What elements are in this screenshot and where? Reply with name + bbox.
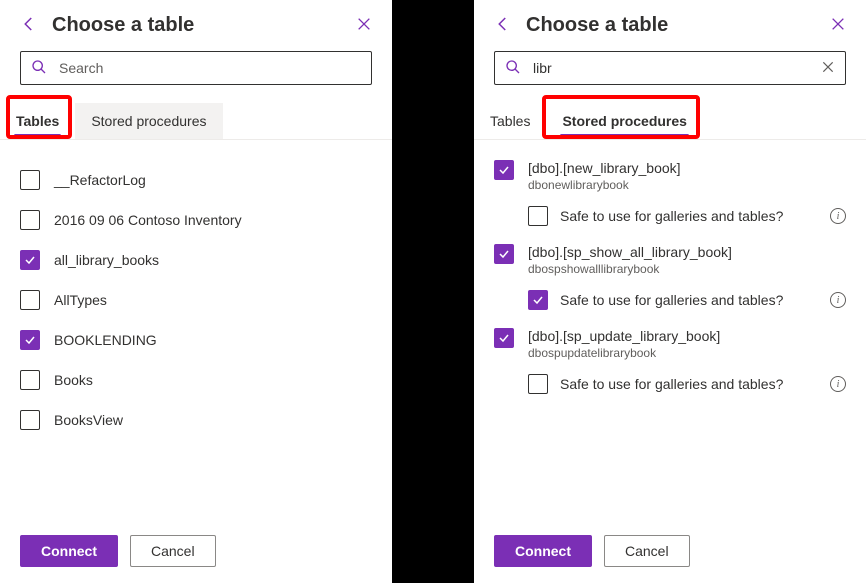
panel-header: Choose a table: [474, 0, 866, 47]
table-row-label: BOOKLENDING: [54, 332, 157, 348]
panel-right-procs: Choose a table Tables Stored procedures …: [474, 0, 866, 583]
tables-list[interactable]: __RefactorLog 2016 09 06 Contoso Inventor…: [0, 140, 392, 520]
search-input[interactable]: [57, 59, 361, 77]
table-row-label: __RefactorLog: [54, 172, 146, 188]
checkbox[interactable]: [494, 244, 514, 264]
checkbox[interactable]: [20, 370, 40, 390]
table-row[interactable]: __RefactorLog: [20, 160, 372, 200]
table-row[interactable]: BOOKLENDING: [20, 320, 372, 360]
tab-stored-procedures[interactable]: Stored procedures: [546, 103, 702, 139]
safe-label: Safe to use for galleries and tables?: [560, 292, 818, 308]
table-row[interactable]: all_library_books: [20, 240, 372, 280]
close-icon[interactable]: [830, 16, 846, 35]
clear-search-icon[interactable]: [821, 60, 835, 77]
stored-proc-subtitle: dbonewlibrarybook: [528, 178, 681, 192]
tab-stored-procedures[interactable]: Stored procedures: [75, 103, 222, 139]
tabs: Tables Stored procedures: [474, 99, 866, 140]
info-icon[interactable]: i: [830, 292, 846, 308]
table-row[interactable]: 2016 09 06 Contoso Inventory: [20, 200, 372, 240]
search-icon: [505, 59, 521, 78]
table-row-label: all_library_books: [54, 252, 159, 268]
search-row: [474, 47, 866, 99]
table-row[interactable]: AllTypes: [20, 280, 372, 320]
checkbox[interactable]: [20, 290, 40, 310]
panel-title: Choose a table: [526, 14, 816, 37]
tabs: Tables Stored procedures: [0, 99, 392, 140]
table-row[interactable]: BooksView: [20, 400, 372, 440]
safe-row: Safe to use for galleries and tables? i: [528, 206, 846, 226]
safe-row: Safe to use for galleries and tables? i: [528, 290, 846, 310]
panel-footer: Connect Cancel: [0, 520, 392, 583]
stored-proc-name: [dbo].[sp_show_all_library_book]: [528, 244, 732, 260]
procs-list[interactable]: [dbo].[new_library_book] dbonewlibraryboo…: [474, 140, 866, 520]
tab-tables[interactable]: Tables: [0, 103, 75, 139]
stored-proc-subtitle: dbospupdatelibrarybook: [528, 346, 720, 360]
checkbox[interactable]: [20, 210, 40, 230]
search-input[interactable]: [531, 59, 811, 77]
stored-proc-item: [dbo].[sp_show_all_library_book] dbospsho…: [494, 244, 846, 310]
checkbox[interactable]: [20, 250, 40, 270]
table-row-label: 2016 09 06 Contoso Inventory: [54, 212, 242, 228]
search-icon: [31, 59, 47, 78]
panel-header: Choose a table: [0, 0, 392, 47]
panel-left-tables: Choose a table Tables Stored procedures …: [0, 0, 392, 583]
stored-proc-head[interactable]: [dbo].[new_library_book] dbonewlibraryboo…: [494, 160, 846, 192]
back-icon[interactable]: [494, 15, 512, 36]
checkbox[interactable]: [20, 170, 40, 190]
search-box[interactable]: [20, 51, 372, 85]
panel-title: Choose a table: [52, 14, 342, 37]
stored-proc-name: [dbo].[sp_update_library_book]: [528, 328, 720, 344]
stored-proc-name: [dbo].[new_library_book]: [528, 160, 681, 176]
safe-row: Safe to use for galleries and tables? i: [528, 374, 846, 394]
cancel-button[interactable]: Cancel: [604, 535, 690, 567]
info-icon[interactable]: i: [830, 208, 846, 224]
back-icon[interactable]: [20, 15, 38, 36]
stored-proc-head[interactable]: [dbo].[sp_show_all_library_book] dbospsho…: [494, 244, 846, 276]
search-box[interactable]: [494, 51, 846, 85]
table-row[interactable]: Books: [20, 360, 372, 400]
checkbox[interactable]: [528, 206, 548, 226]
stored-proc-head[interactable]: [dbo].[sp_update_library_book] dbospupdat…: [494, 328, 846, 360]
close-icon[interactable]: [356, 16, 372, 35]
table-row-label: Books: [54, 372, 93, 388]
stored-proc-item: [dbo].[new_library_book] dbonewlibraryboo…: [494, 160, 846, 226]
info-icon[interactable]: i: [830, 376, 846, 392]
connect-button[interactable]: Connect: [494, 535, 592, 567]
checkbox[interactable]: [528, 374, 548, 394]
safe-label: Safe to use for galleries and tables?: [560, 208, 818, 224]
tab-tables[interactable]: Tables: [474, 103, 546, 139]
panel-separator: [392, 0, 474, 583]
checkbox[interactable]: [20, 410, 40, 430]
stored-proc-subtitle: dbospshowalllibrarybook: [528, 262, 732, 276]
panel-footer: Connect Cancel: [474, 520, 866, 583]
safe-label: Safe to use for galleries and tables?: [560, 376, 818, 392]
checkbox[interactable]: [494, 160, 514, 180]
search-row: [0, 47, 392, 99]
connect-button[interactable]: Connect: [20, 535, 118, 567]
checkbox[interactable]: [494, 328, 514, 348]
stored-proc-item: [dbo].[sp_update_library_book] dbospupdat…: [494, 328, 846, 394]
checkbox[interactable]: [528, 290, 548, 310]
cancel-button[interactable]: Cancel: [130, 535, 216, 567]
table-row-label: AllTypes: [54, 292, 107, 308]
table-row-label: BooksView: [54, 412, 123, 428]
checkbox[interactable]: [20, 330, 40, 350]
